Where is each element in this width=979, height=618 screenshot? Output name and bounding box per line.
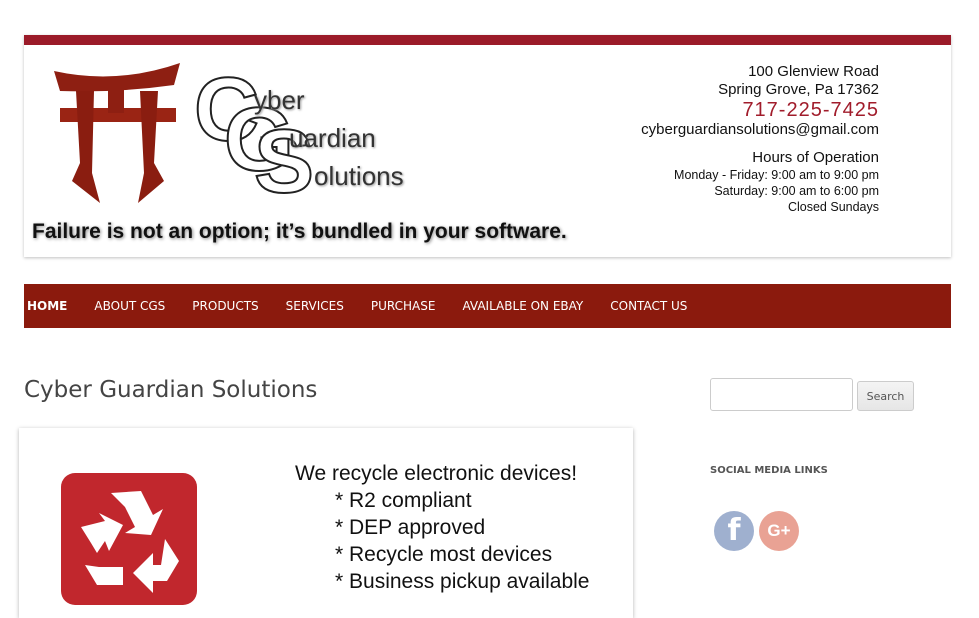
phone-number: 717-225-7425 [742,99,879,121]
hours-sunday: Closed Sundays [787,200,879,214]
facebook-icon[interactable]: f [714,511,754,551]
nav-about[interactable]: ABOUT CGS [94,299,165,313]
banner-point: * Recycle most devices [335,543,553,566]
company-logo[interactable]: C G S yber uardian olutions [193,64,484,208]
header-top-bar [24,35,951,45]
recycle-icon [61,473,197,605]
nav-home[interactable]: HOME [27,299,67,313]
logo-word-cyber: yber [254,85,305,115]
address-line-1: 100 Glenview Road [748,63,879,80]
search-button[interactable]: Search [857,381,914,411]
address-line-2: Spring Grove, Pa 17362 [718,81,879,98]
banner-point: * Business pickup available [335,570,590,593]
google-plus-icon[interactable]: G+ [759,511,799,551]
torii-gate-logo-icon[interactable] [52,63,182,208]
banner-headline: We recycle electronic devices! [295,462,578,485]
recycle-banner: We recycle electronic devices! * R2 comp… [19,428,633,618]
email: cyberguardiansolutions@gmail.com [641,121,879,138]
social-media-title: SOCIAL MEDIA LINKS [710,465,828,476]
contact-info: 100 Glenview Road Spring Grove, Pa 17362… [641,63,879,215]
tagline: Failure is not an option; it’s bundled i… [32,220,567,243]
banner-point: * DEP approved [335,516,486,539]
nav-ebay[interactable]: AVAILABLE ON EBAY [462,299,583,313]
nav-contact[interactable]: CONTACT US [610,299,687,313]
logo-word-guardian: uardian [289,123,376,153]
nav-products[interactable]: PRODUCTS [192,299,258,313]
nav-purchase[interactable]: PURCHASE [371,299,436,313]
main-nav: HOME ABOUT CGS PRODUCTS SERVICES PURCHAS… [24,284,951,328]
banner-point: * R2 compliant [335,489,472,512]
hours-weekday: Monday - Friday: 9:00 am to 9:00 pm [674,168,879,182]
search-input[interactable] [710,378,853,411]
hours-title: Hours of Operation [752,149,879,166]
banner-text: We recycle electronic devices! * R2 comp… [295,460,589,595]
hours-saturday: Saturday: 9:00 am to 6:00 pm [714,184,879,198]
page-title: Cyber Guardian Solutions [24,377,318,403]
nav-services[interactable]: SERVICES [286,299,344,313]
site-header: C G S yber uardian olutions Failure is n… [24,35,951,257]
logo-word-solutions: olutions [314,161,404,191]
